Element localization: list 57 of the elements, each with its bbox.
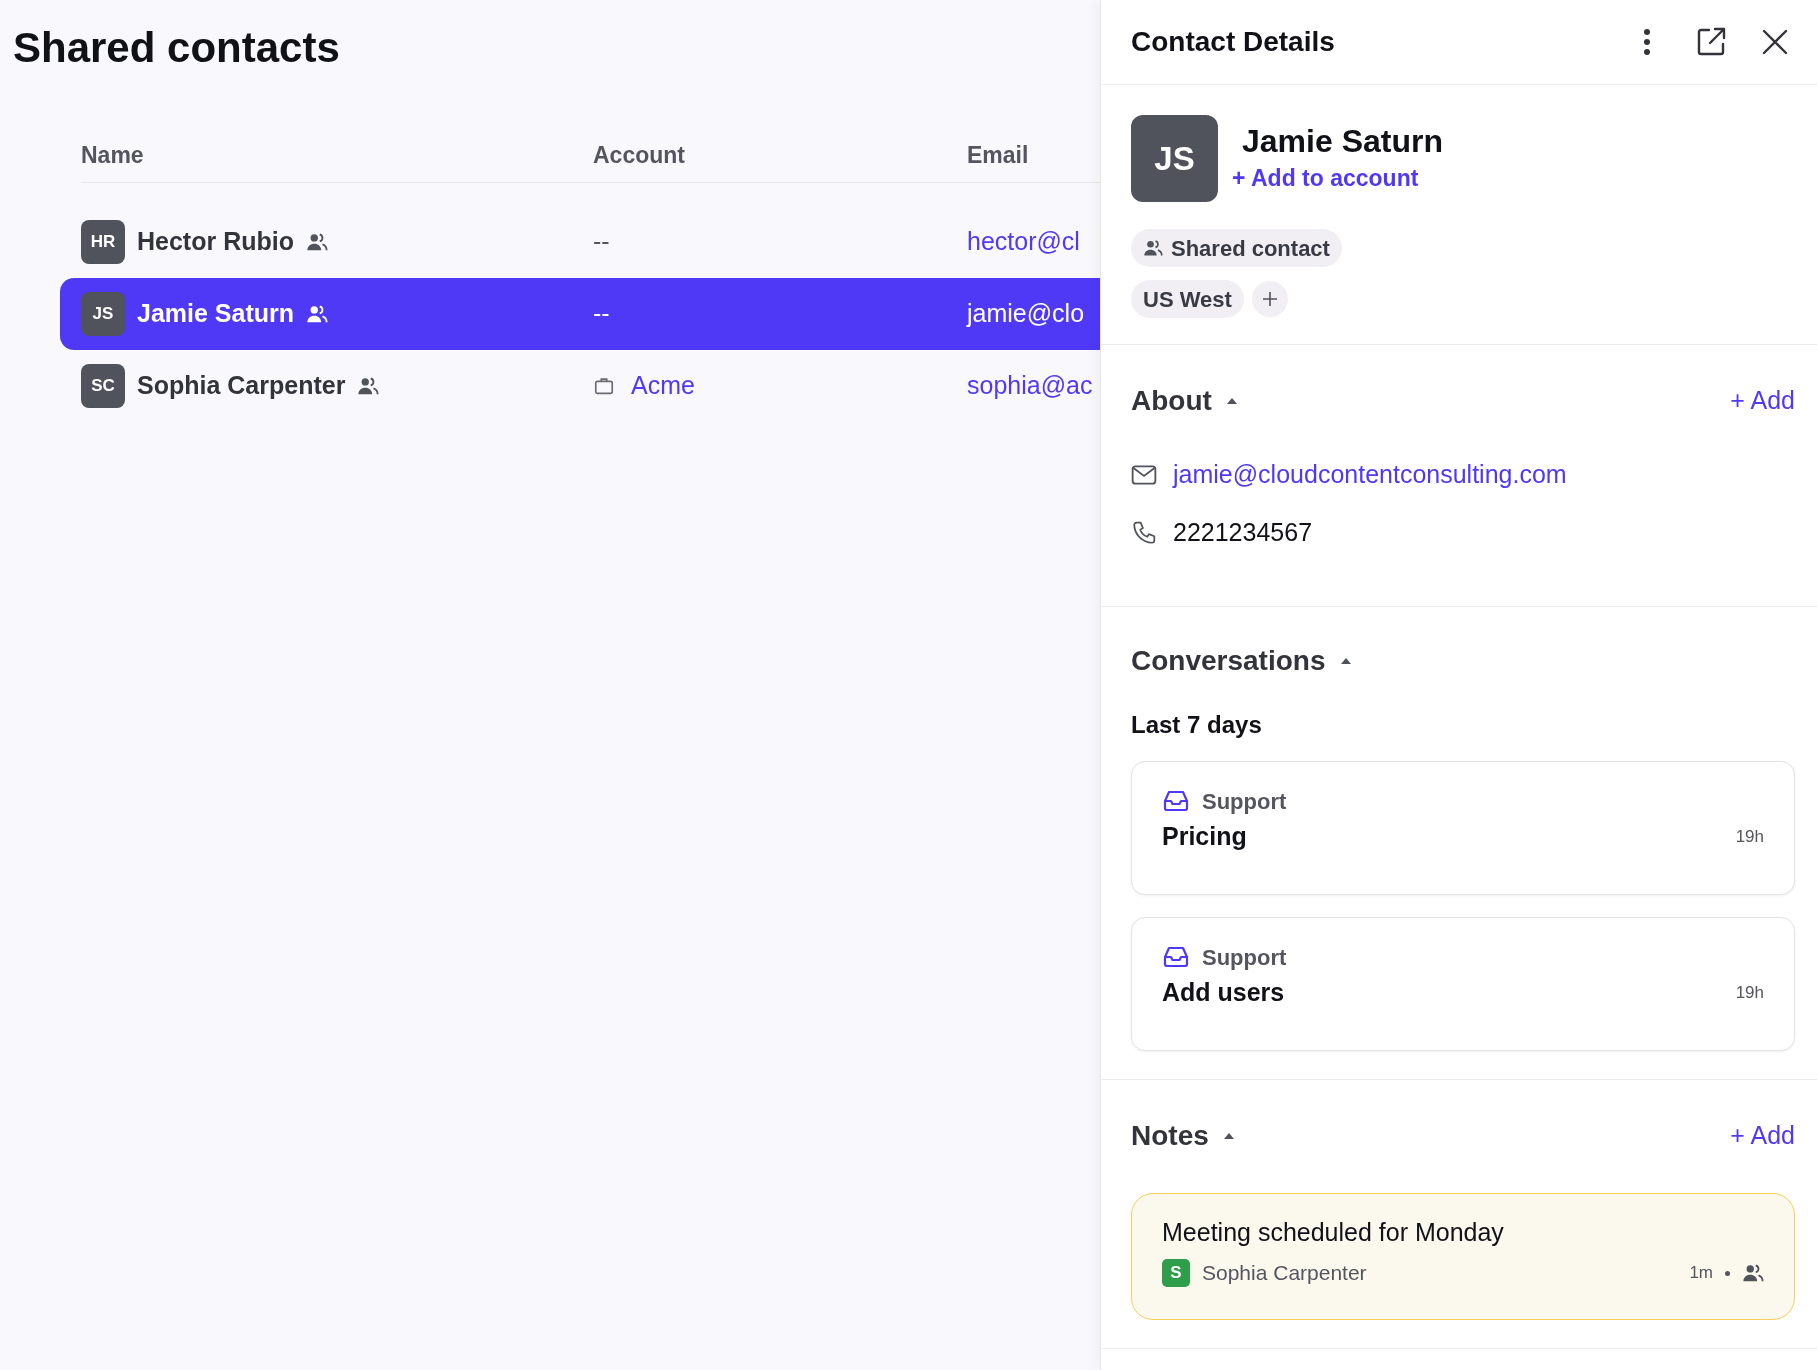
column-header: Account [593,142,685,169]
timestamp: 19h [1735,982,1764,1005]
timestamp: 1m [1689,1262,1713,1285]
email-link[interactable]: sophia@ac [967,371,1093,400]
close-icon [1761,28,1789,56]
vertical-dots-icon [1643,28,1651,56]
page-title: Shared contacts [12,23,341,73]
contact-name: Sophia Carpenter [137,370,346,402]
author-name: Sophia Carpenter [1202,1260,1368,1287]
table-row[interactable]: HR Hector Rubio -- hector@cl [60,206,1100,278]
panel-title: Contact Details [1131,25,1336,59]
account-link[interactable]: Acme [631,367,695,405]
empty-value: -- [593,226,610,258]
tag: US West [1131,280,1244,318]
avatar: HR [81,220,125,264]
email-link[interactable]: hector@cl [967,227,1080,256]
column-header: Name [81,142,144,169]
plus-icon [1261,291,1278,307]
external-link-icon [1695,26,1727,58]
conversation-subject: Add users [1162,977,1286,1009]
add-button[interactable]: + Add [1730,1117,1795,1155]
inbox-label: Support [1202,787,1287,816]
contact-name: Jamie Saturn [1241,122,1443,161]
section-toggle[interactable]: About [1131,380,1238,422]
note-card[interactable]: Meeting scheduled for Monday S Sophia Carpenter 1m [1131,1193,1795,1320]
tag: Shared contact [1131,229,1342,267]
inbox-label: Support [1202,943,1287,972]
mail-icon [1131,465,1157,485]
add-button[interactable]: + Add [1730,382,1795,420]
phone-icon [1131,520,1157,546]
email-link[interactable]: jamie@clo [967,299,1085,328]
phone-number: 2221234567 [1173,517,1313,549]
conversation-card[interactable]: Support Pricing 19h [1131,761,1795,895]
table-row[interactable]: JS Jamie Saturn -- jamie@clo [60,278,1100,350]
contact-name: Hector Rubio [137,226,294,258]
section-toggle[interactable]: Notes [1131,1115,1235,1157]
inbox-icon [1162,946,1190,968]
empty-value: -- [593,298,610,330]
add-to-account-link[interactable]: + Add to account [1232,161,1443,195]
note-text: Meeting scheduled for Monday [1162,1217,1505,1248]
add-tag-button[interactable] [1251,281,1288,317]
avatar: JS [1131,115,1218,202]
email-link[interactable]: jamie@cloudcontentconsulting.com [1173,456,1567,494]
group-label: Last 7 days [1131,710,1263,740]
people-icon [1143,238,1163,258]
section-toggle[interactable]: Conversations [1131,640,1352,682]
contact-name: Jamie Saturn [137,298,294,330]
avatar: JS [81,292,125,336]
timestamp: 19h [1735,826,1764,849]
avatar: SC [81,364,125,408]
conversation-card[interactable]: Support Add users 19h [1131,917,1795,1051]
inbox-icon [1162,790,1190,812]
column-header: Email [967,142,1029,169]
author-avatar: S [1162,1259,1190,1287]
table-row[interactable]: SC Sophia Carpenter Acme sophia@ac [60,350,1100,422]
conversation-subject: Pricing [1162,821,1248,853]
briefcase-icon [593,375,615,397]
